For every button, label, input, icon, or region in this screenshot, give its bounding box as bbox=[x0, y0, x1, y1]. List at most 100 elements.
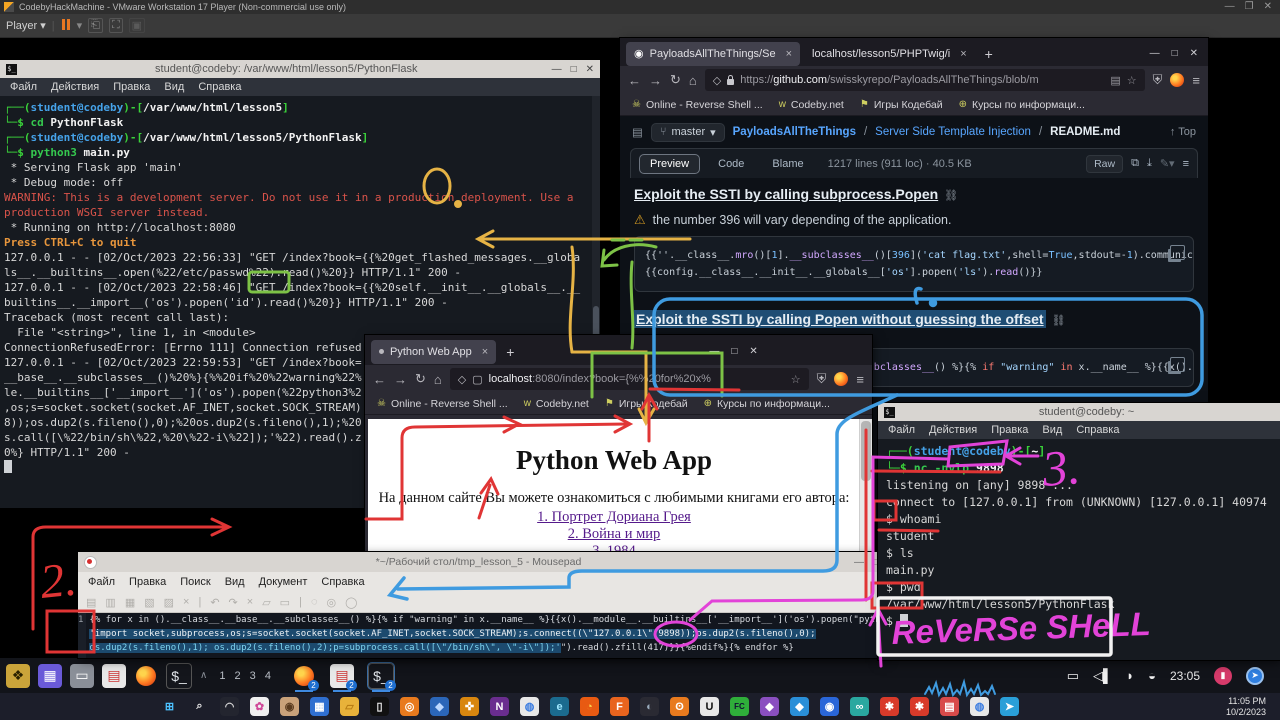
app-sphere[interactable]: ◐ bbox=[640, 697, 659, 716]
titlebar[interactable]: $_ student@codeby: ~ bbox=[878, 403, 1280, 421]
app-orange[interactable]: ◎ bbox=[400, 697, 419, 716]
download-icon[interactable]: ⤓ bbox=[1147, 157, 1152, 170]
toolbar-icon[interactable]: ◯ bbox=[345, 596, 357, 609]
bookmark-star-icon[interactable]: ☆ bbox=[1127, 74, 1137, 87]
maximize-button[interactable]: □ bbox=[1172, 48, 1178, 59]
firefox-running[interactable]: 2 bbox=[292, 664, 316, 688]
book-link-1[interactable]: 1. Портрет Дориана Грея bbox=[368, 509, 860, 526]
edit-pencil-icon[interactable]: ✎▾ bbox=[1160, 157, 1175, 170]
app-card[interactable]: ▤ bbox=[940, 697, 959, 716]
mousepad-icon[interactable]: ▤ bbox=[102, 664, 126, 688]
anchor-link-icon[interactable]: ⛓ bbox=[1052, 314, 1066, 327]
maximize-button[interactable]: ❐ bbox=[1245, 0, 1254, 14]
reader-view-icon[interactable]: ▤ bbox=[1110, 74, 1120, 87]
home-icon[interactable]: ⌂ bbox=[689, 73, 697, 88]
minimize-button[interactable]: — bbox=[552, 64, 562, 75]
shield-icon[interactable]: ◇ bbox=[458, 373, 466, 386]
reload-icon[interactable]: ↻ bbox=[670, 72, 681, 88]
back-icon[interactable]: ← bbox=[373, 372, 386, 387]
breadcrumb-section-link[interactable]: Server Side Template Injection bbox=[875, 126, 1031, 138]
app-unreal[interactable]: U bbox=[700, 697, 719, 716]
outline-icon[interactable]: ≡ bbox=[1183, 158, 1189, 170]
power-icon[interactable]: ◒ bbox=[1148, 668, 1156, 683]
menu-item-действия[interactable]: Действия bbox=[51, 81, 99, 93]
menu-item-файл[interactable]: Файл bbox=[10, 81, 37, 93]
forward-icon[interactable]: → bbox=[649, 73, 662, 88]
app-chrome[interactable]: ◍ bbox=[520, 697, 539, 716]
toolbar-icon[interactable]: ▨ bbox=[164, 596, 174, 609]
copy-icon[interactable]: ⧉ bbox=[1131, 157, 1139, 170]
app-gauge[interactable]: ◠ bbox=[220, 697, 239, 716]
raw-button[interactable]: Raw bbox=[1086, 155, 1123, 173]
app-gear-red2[interactable]: ✱ bbox=[910, 697, 929, 716]
menu-item-вид[interactable]: Вид bbox=[1042, 424, 1062, 436]
app-map-pin[interactable]: ◉ bbox=[820, 697, 839, 716]
copy-code-icon[interactable] bbox=[1170, 357, 1185, 372]
close-button[interactable]: ✕ bbox=[1190, 48, 1198, 59]
tracking-shield-icon[interactable]: ⛨ bbox=[817, 371, 827, 387]
pause-dropdown[interactable]: ▾ bbox=[77, 19, 83, 32]
terminal-running[interactable]: $_2 bbox=[368, 663, 394, 689]
codeby-logo-icon[interactable]: ❖ bbox=[6, 664, 30, 688]
app-phone[interactable]: ▯ bbox=[370, 697, 389, 716]
app-pinwheel[interactable]: ✿ bbox=[250, 697, 269, 716]
url-bar[interactable]: ◇ ▢ localhost:8080/index?book={%%20for%2… bbox=[450, 368, 809, 390]
tab-payloadsallthethings[interactable]: ◉ PayloadsAllTheThings/Se × bbox=[626, 42, 800, 66]
menu-item-вид[interactable]: Вид bbox=[225, 576, 245, 588]
toolbar-icon[interactable]: ▱ bbox=[262, 596, 270, 609]
menu-item-файл[interactable]: Файл bbox=[88, 576, 115, 588]
start-button[interactable]: ⊞ bbox=[160, 697, 179, 716]
app-firefox[interactable]: ◔ bbox=[580, 697, 599, 716]
fullscreen-icon[interactable]: ⛶ bbox=[109, 18, 123, 33]
app-telegram[interactable]: ➤ bbox=[1000, 697, 1019, 716]
firefox-account-icon[interactable] bbox=[834, 372, 848, 386]
book-link-2[interactable]: 2. Война и мир bbox=[368, 526, 860, 543]
player-menu[interactable]: Player ▾ bbox=[6, 19, 46, 32]
bookmark-item[interactable]: ☠Online - Reverse Shell ... bbox=[632, 99, 763, 111]
bookmark-item[interactable]: ⊕Курсы по информаци... bbox=[704, 398, 830, 410]
menu-item-документ[interactable]: Документ bbox=[259, 576, 308, 588]
close-button[interactable]: ✕ bbox=[1264, 0, 1272, 14]
chevron-up-icon[interactable]: ∧ bbox=[200, 670, 207, 681]
close-tab-icon[interactable]: × bbox=[960, 48, 966, 60]
toolbar-icon[interactable]: ◌ bbox=[311, 596, 318, 608]
bookmark-star-icon[interactable]: ☆ bbox=[791, 373, 801, 386]
branch-selector[interactable]: ⑂master ▾ bbox=[651, 123, 725, 142]
app-red-book[interactable]: F bbox=[610, 697, 629, 716]
close-tab-icon[interactable]: × bbox=[786, 48, 792, 60]
toolbar-icon[interactable]: × bbox=[183, 596, 189, 608]
editor-text-area[interactable]: 1 {% for x in ().__class__.__base__.__su… bbox=[78, 613, 885, 658]
menu-item-поиск[interactable]: Поиск bbox=[180, 576, 210, 588]
file-manager-icon[interactable]: ▭ bbox=[70, 664, 94, 688]
screen-lock-icon[interactable]: ▮ bbox=[1214, 667, 1232, 685]
menu-item-действия[interactable]: Действия bbox=[929, 424, 977, 436]
bookmark-item[interactable]: wCodeby.net bbox=[779, 99, 844, 111]
menu-icon[interactable]: ≡ bbox=[856, 372, 864, 387]
app-vs[interactable]: ◆ bbox=[760, 697, 779, 716]
firefox-icon[interactable] bbox=[134, 664, 158, 688]
anchor-link-icon[interactable]: ⛓ bbox=[944, 189, 958, 202]
toolbar-icon[interactable]: × bbox=[247, 596, 253, 608]
reload-icon[interactable]: ↻ bbox=[415, 371, 426, 387]
bookmark-item[interactable]: ☠Online - Reverse Shell ... bbox=[377, 398, 508, 410]
back-icon[interactable]: ← bbox=[628, 73, 641, 88]
titlebar[interactable]: *~/Рабочий стол/tmp_lesson_5 - Mousepad … bbox=[78, 552, 885, 572]
search-icon[interactable]: ⌕ bbox=[190, 697, 209, 716]
url-bar[interactable]: ◇ https://github.com/swisskyrepo/Payload… bbox=[705, 69, 1145, 91]
terminal-icon[interactable]: $_ bbox=[166, 663, 192, 689]
firefox-account-icon[interactable] bbox=[1170, 73, 1184, 87]
close-button[interactable]: ✕ bbox=[749, 346, 757, 357]
notification-bell-icon[interactable]: ◗ bbox=[1126, 668, 1134, 683]
toolbar-icon[interactable]: ▥ bbox=[105, 596, 115, 609]
toolbar-icon[interactable]: ↷ bbox=[229, 596, 238, 609]
new-tab-button[interactable]: + bbox=[500, 344, 520, 360]
menu-item-справка[interactable]: Справка bbox=[198, 81, 241, 93]
close-tab-icon[interactable]: × bbox=[482, 346, 488, 358]
app-blender[interactable]: ʘ bbox=[670, 697, 689, 716]
new-tab-button[interactable]: + bbox=[979, 46, 999, 62]
minimize-button[interactable]: — bbox=[1225, 0, 1235, 14]
menu-item-правка[interactable]: Правка bbox=[991, 424, 1028, 436]
app-chrome2[interactable]: ◍ bbox=[970, 697, 989, 716]
app-edge[interactable]: e bbox=[550, 697, 569, 716]
toolbar-icon[interactable]: ▭ bbox=[280, 596, 290, 609]
